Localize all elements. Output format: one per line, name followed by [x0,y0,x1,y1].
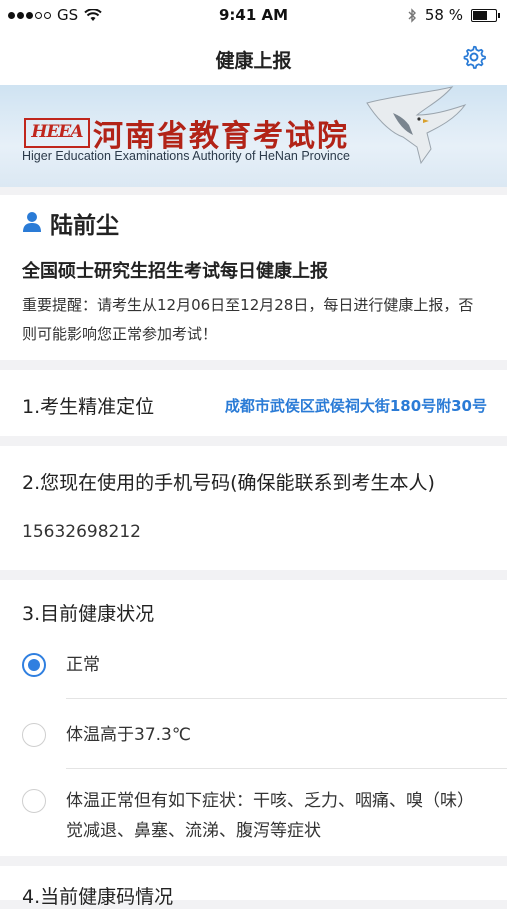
gear-icon[interactable] [461,44,487,70]
option-label: 正常 [66,655,100,675]
user-icon [23,212,41,232]
health-code-label: 4.当前健康码情况 [22,886,174,908]
nav-bar: 健康上报 [0,30,507,85]
location-question[interactable]: 1.考生精准定位 成都市武侯区武侯祠大街180号附30号 [0,370,507,436]
divider [66,698,507,699]
battery-icon [471,8,500,22]
status-right: 58 % [408,6,500,24]
heea-logo: HEEA [24,118,90,148]
health-option-symptoms[interactable]: 体温正常但有如下症状：干咳、乏力、咽痛、嗅（味）觉减退、鼻塞、流涕、腹泻等症状 [0,786,507,846]
location-label: 1.考生精准定位 [22,396,155,418]
phone-input[interactable]: 15632698212 [22,522,141,542]
health-question: 3.目前健康状况 正常 体温高于37.3℃ 体温正常但有如下症状：干咳、乏力、咽… [0,580,507,856]
battery-percent: 58 % [424,6,463,24]
health-code-question: 4.当前健康码情况 [0,866,507,908]
report-title: 全国硕士研究生招生考试每日健康上报 [22,261,328,282]
status-bar: GS 9:41 AM 58 % [0,0,507,30]
bluetooth-icon [408,7,416,23]
location-value[interactable]: 成都市武侯区武侯祠大街180号附30号 [225,395,487,416]
health-option-fever[interactable]: 体温高于37.3℃ [0,720,507,750]
health-label: 3.目前健康状况 [22,603,155,625]
eagle-illustration [366,86,467,165]
radio-button[interactable] [22,789,46,813]
header-banner: HEEA 河南省教育考试院 Higer Education Examinatio… [0,85,507,187]
radio-button[interactable] [22,723,46,747]
page-title: 健康上报 [215,50,292,72]
radio-button[interactable] [22,653,46,677]
phone-question: 2.您现在使用的手机号码(确保能联系到考生本人) 15632698212 [0,446,507,570]
option-label: 体温高于37.3℃ [66,725,191,745]
phone-label: 2.您现在使用的手机号码(确保能联系到考生本人) [22,472,435,494]
user-name: 陆前尘 [50,213,119,239]
user-card: 陆前尘 全国硕士研究生招生考试每日健康上报 重要提醒：请考生从12月06日至12… [0,195,507,360]
option-label: 体温正常但有如下症状：干咳、乏力、咽痛、嗅（味）觉减退、鼻塞、流涕、腹泻等症状 [66,791,474,841]
divider [66,768,507,769]
health-option-normal[interactable]: 正常 [0,650,507,680]
notice-text: 重要提醒：请考生从12月06日至12月28日，每日进行健康上报，否则可能影响您正… [22,296,474,343]
banner-title-en: Higer Education Examinations Authority o… [22,149,350,163]
